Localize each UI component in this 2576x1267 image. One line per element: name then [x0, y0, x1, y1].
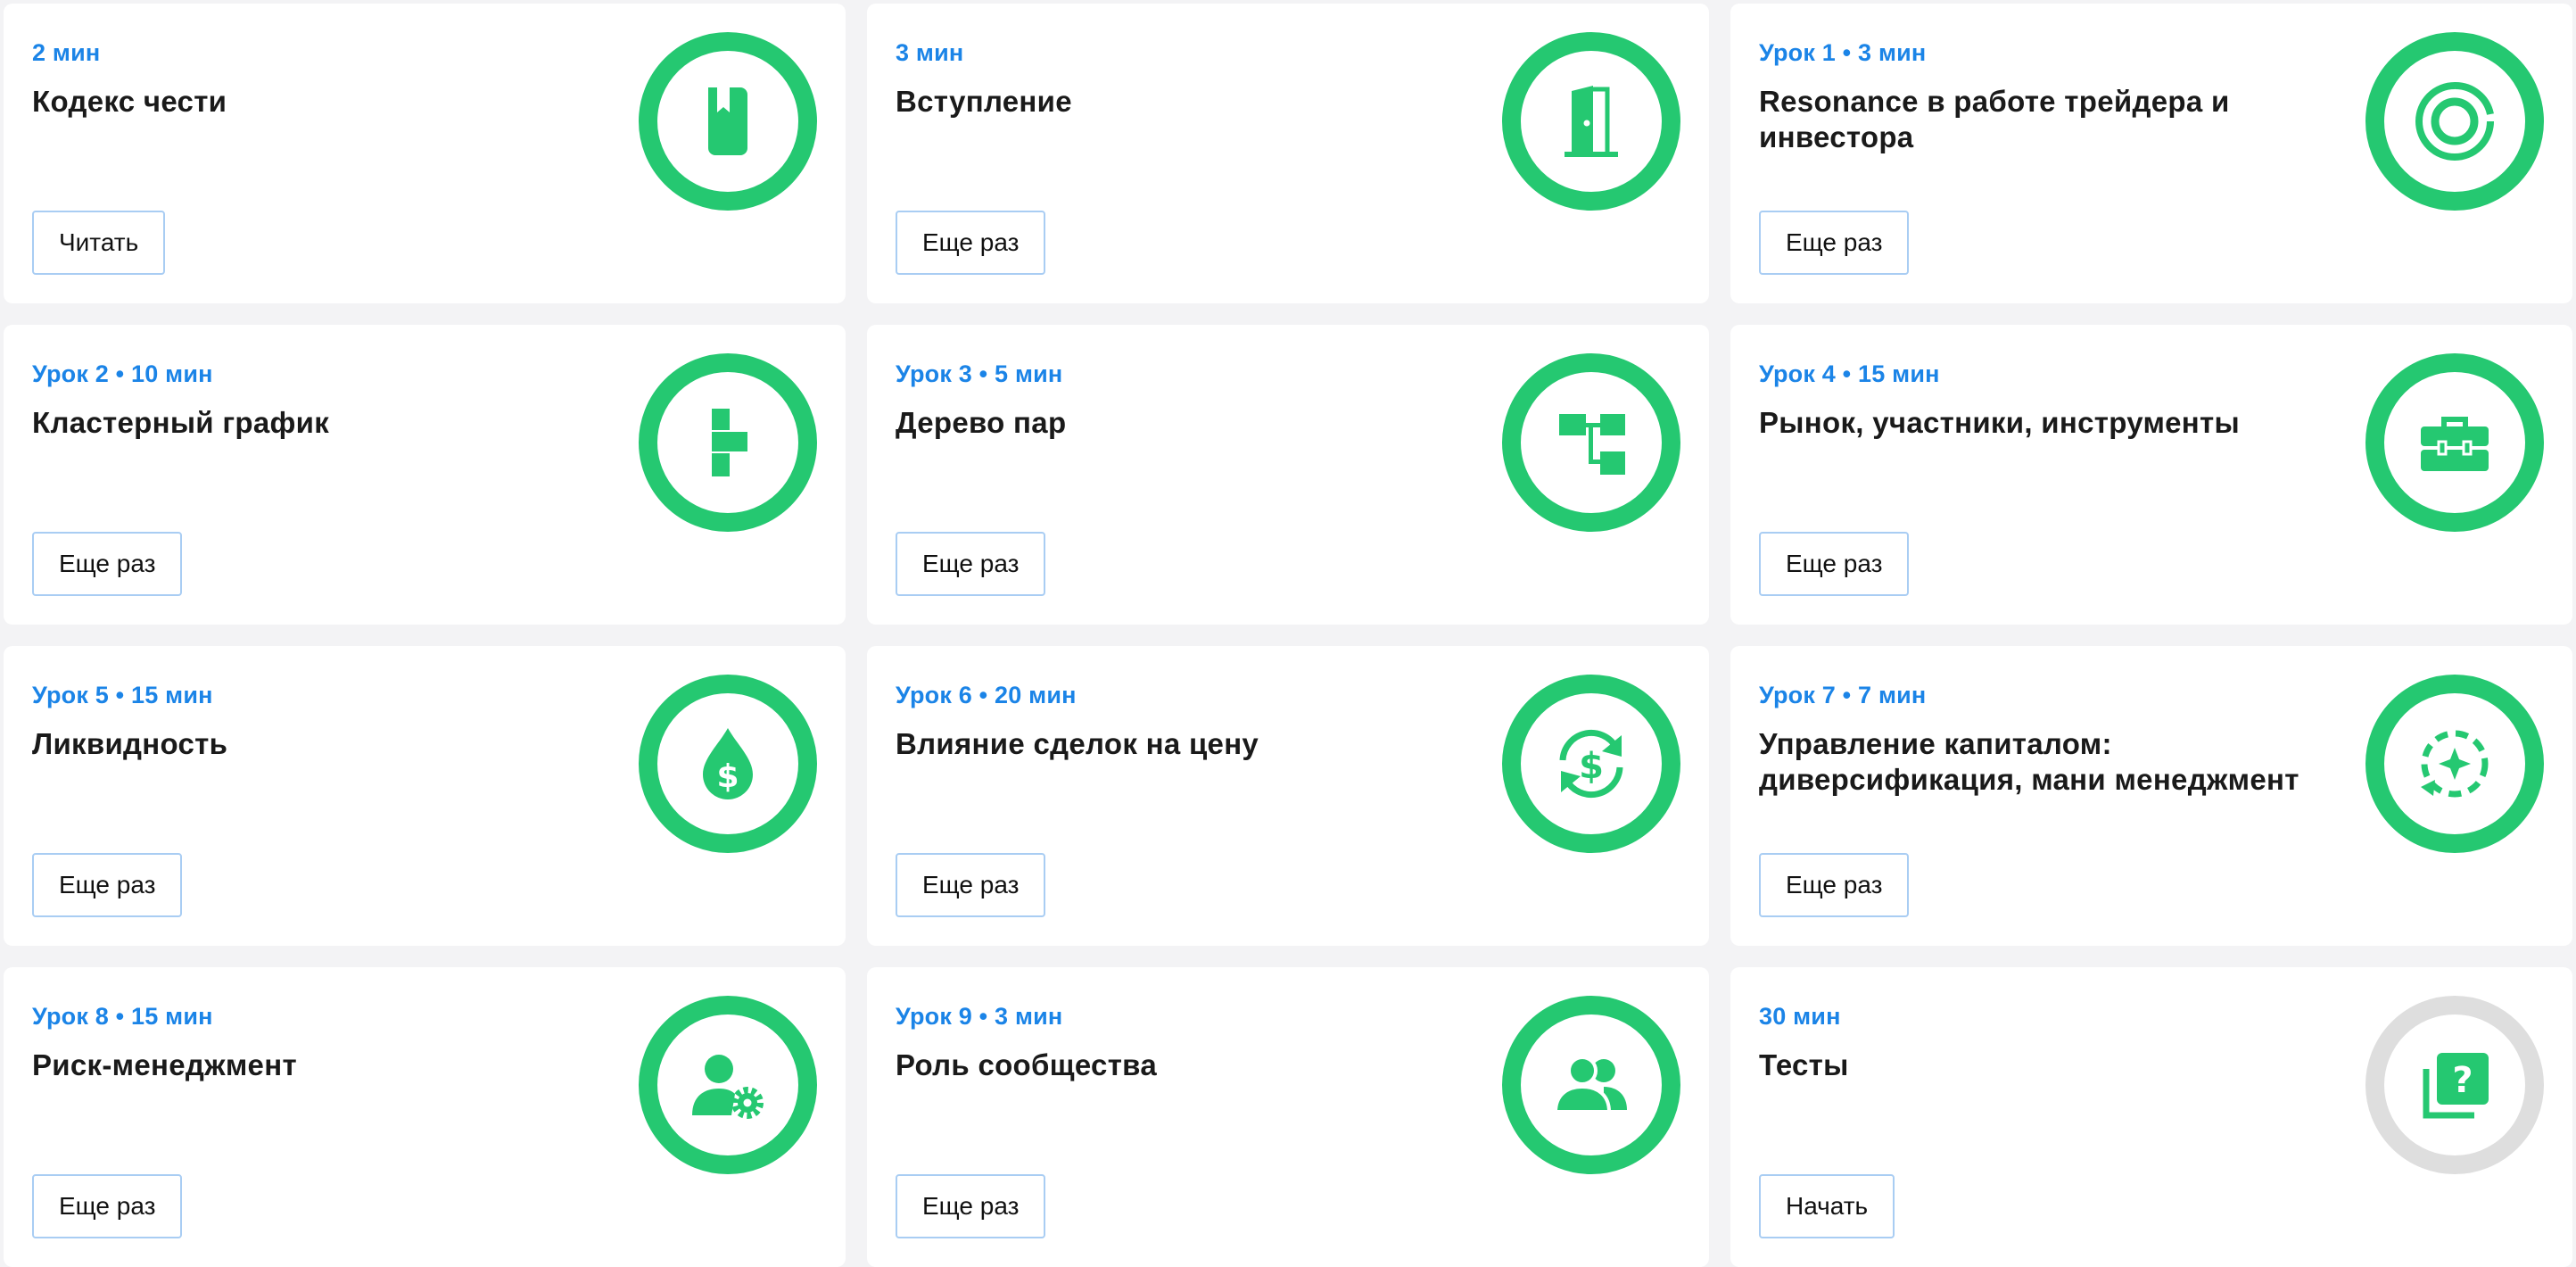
lesson-card: Урок 1 • 3 мин Resonance в работе трейде… — [1730, 4, 2572, 303]
repeat-button[interactable]: Еще раз — [896, 532, 1046, 596]
lesson-badge — [2365, 32, 2544, 211]
repeat-button[interactable]: Еще раз — [32, 853, 183, 917]
lessons-grid: 2 мин Кодекс чести Читать 3 мин Вступлен… — [4, 4, 2572, 1267]
lesson-title: Ликвидность — [32, 727, 228, 760]
lesson-badge — [1502, 32, 1680, 211]
lesson-card: Урок 3 • 5 мин Дерево пар Еще раз — [867, 325, 1709, 625]
lesson-badge-inactive: ? — [2365, 996, 2544, 1174]
repeat-button[interactable]: Еще раз — [896, 211, 1046, 275]
lesson-title: Роль сообщества — [896, 1048, 1157, 1081]
lesson-card: Урок 4 • 15 мин Рынок, участники, инстру… — [1730, 325, 2572, 625]
lesson-badge — [2365, 353, 2544, 532]
lesson-meta: 3 мин — [896, 39, 964, 66]
repeat-button[interactable]: Еще раз — [896, 1174, 1046, 1238]
lesson-meta: Урок 6 • 20 мин — [896, 682, 1077, 708]
svg-text:$: $ — [1579, 746, 1604, 787]
dollar-cycle-icon: $ — [1559, 729, 1623, 799]
lesson-badge — [1502, 996, 1680, 1174]
lesson-meta: Урок 4 • 15 мин — [1759, 360, 1940, 387]
quiz-question-icon: ? — [2423, 1053, 2489, 1119]
svg-text:?: ? — [2452, 1060, 2473, 1101]
lesson-title: Кластерный график — [32, 406, 330, 439]
lesson-badge — [639, 996, 817, 1174]
read-button[interactable]: Читать — [32, 211, 166, 275]
lesson-card: Урок 2 • 10 мин Кластерный график Еще ра… — [4, 325, 846, 625]
lesson-title: Рынок, участники, инструменты — [1759, 406, 2240, 439]
door-icon — [1565, 86, 1618, 157]
book-bookmark-icon — [708, 87, 747, 155]
lesson-badge — [2365, 675, 2544, 853]
repeat-button[interactable]: Еще раз — [32, 1174, 183, 1238]
lesson-title: Кодекс чести — [32, 85, 227, 118]
lesson-meta: Урок 5 • 15 мин — [32, 682, 213, 708]
lesson-card: 3 мин Вступление Еще раз — [867, 4, 1709, 303]
lesson-card: Урок 6 • 20 мин Влияние сделок на цену Е… — [867, 646, 1709, 946]
lesson-meta: Урок 7 • 7 мин — [1759, 682, 1927, 708]
tree-icon — [1559, 414, 1625, 475]
lesson-meta: Урок 2 • 10 мин — [32, 360, 213, 387]
lesson-card: Урок 9 • 3 мин Роль сообщества Еще раз — [867, 967, 1709, 1267]
lesson-badge: $ — [1502, 675, 1680, 853]
lesson-title: Риск-менеджмент — [32, 1048, 297, 1081]
lesson-title: Управление капиталом: диверсификация, ма… — [1759, 727, 2299, 796]
toolbox-icon — [2421, 417, 2489, 471]
repeat-button[interactable]: Еще раз — [32, 532, 183, 596]
lesson-badge — [639, 353, 817, 532]
lesson-title: Resonance в работе трейдера и инвестора — [1759, 85, 2230, 153]
target-rings-icon — [2415, 81, 2494, 161]
svg-text:$: $ — [716, 758, 739, 795]
lesson-title: Тесты — [1759, 1048, 1849, 1081]
users-icon — [1553, 1056, 1627, 1114]
lesson-meta: Урок 8 • 15 мин — [32, 1003, 213, 1030]
lesson-card: 2 мин Кодекс чести Читать — [4, 4, 846, 303]
lesson-badge: $ — [639, 675, 817, 853]
lesson-meta: Урок 3 • 5 мин — [896, 360, 1063, 387]
repeat-button[interactable]: Еще раз — [896, 853, 1046, 917]
lesson-card: Урок 8 • 15 мин Риск-менеджмент Еще раз — [4, 967, 846, 1267]
lesson-title: Дерево пар — [896, 406, 1067, 439]
lesson-card: 30 мин Тесты Начать ? — [1730, 967, 2572, 1267]
repeat-button[interactable]: Еще раз — [1759, 853, 1910, 917]
lesson-meta: Урок 1 • 3 мин — [1759, 39, 1927, 66]
lesson-badge — [1502, 353, 1680, 532]
lesson-title: Влияние сделок на цену — [896, 727, 1259, 760]
lesson-card: Урок 7 • 7 мин Управление капиталом: див… — [1730, 646, 2572, 946]
repeat-button[interactable]: Еще раз — [1759, 532, 1910, 596]
lesson-card: Урок 5 • 15 мин Ликвидность Еще раз $ — [4, 646, 846, 946]
sparkle-cycle-icon — [2421, 730, 2489, 798]
lesson-meta: 2 мин — [32, 39, 101, 66]
lesson-meta: 30 мин — [1759, 1003, 1841, 1030]
money-drop-icon: $ — [703, 728, 753, 799]
cluster-chart-icon — [712, 409, 747, 476]
lesson-title: Вступление — [896, 85, 1072, 118]
repeat-button[interactable]: Еще раз — [1759, 211, 1910, 275]
lesson-badge — [639, 32, 817, 211]
user-gear-icon — [692, 1055, 764, 1119]
start-button[interactable]: Начать — [1759, 1174, 1895, 1238]
lesson-meta: Урок 9 • 3 мин — [896, 1003, 1063, 1030]
